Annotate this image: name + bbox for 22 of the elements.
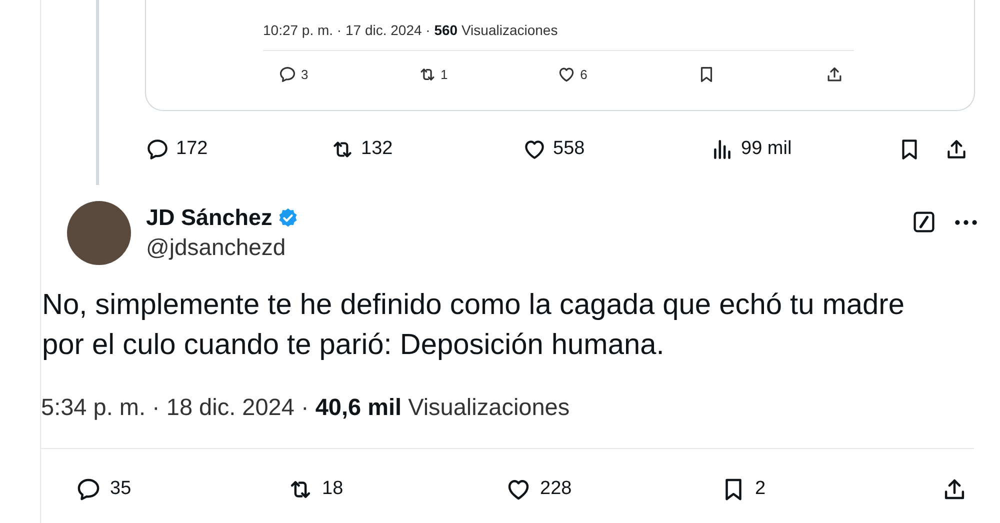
reply-button[interactable]: 3 — [278, 65, 308, 84]
more-icon — [955, 220, 977, 224]
repost-button[interactable]: 1 — [418, 65, 448, 84]
author-handle[interactable]: @jdsanchezd — [146, 234, 911, 261]
heart-icon — [557, 65, 576, 84]
author-name[interactable]: JD Sánchez — [146, 205, 272, 231]
speech-bubble-icon — [278, 65, 297, 84]
grok-button[interactable] — [911, 209, 937, 235]
tweet-timestamp: 10:27 p. m. · 17 dic. 2024 · 560 Visualizaciones — [263, 22, 559, 38]
reply-button[interactable]: 35 — [75, 476, 287, 502]
slashed-square-icon — [911, 209, 937, 235]
tweet-timestamp: 5:34 p. m. · 18 dic. 2024 · 40,6 mil Visualizaciones — [41, 393, 571, 421]
tweet-text: No, simplemente te he definido como la cagada que echó tu madre por el culo cuando te parió: Deposición humana. — [41, 288, 906, 363]
like-button[interactable]: 558 — [522, 136, 710, 162]
reply-button[interactable]: 172 — [145, 136, 330, 162]
like-button[interactable]: 228 — [505, 476, 720, 502]
repost-button[interactable]: 18 — [287, 476, 505, 502]
repost-button[interactable]: 132 — [330, 136, 522, 162]
bookmark-button[interactable]: 2 — [720, 476, 941, 502]
views-button[interactable]: 99 mil — [710, 136, 897, 162]
like-button[interactable]: 6 — [557, 65, 588, 84]
speech-bubble-icon — [145, 136, 170, 162]
